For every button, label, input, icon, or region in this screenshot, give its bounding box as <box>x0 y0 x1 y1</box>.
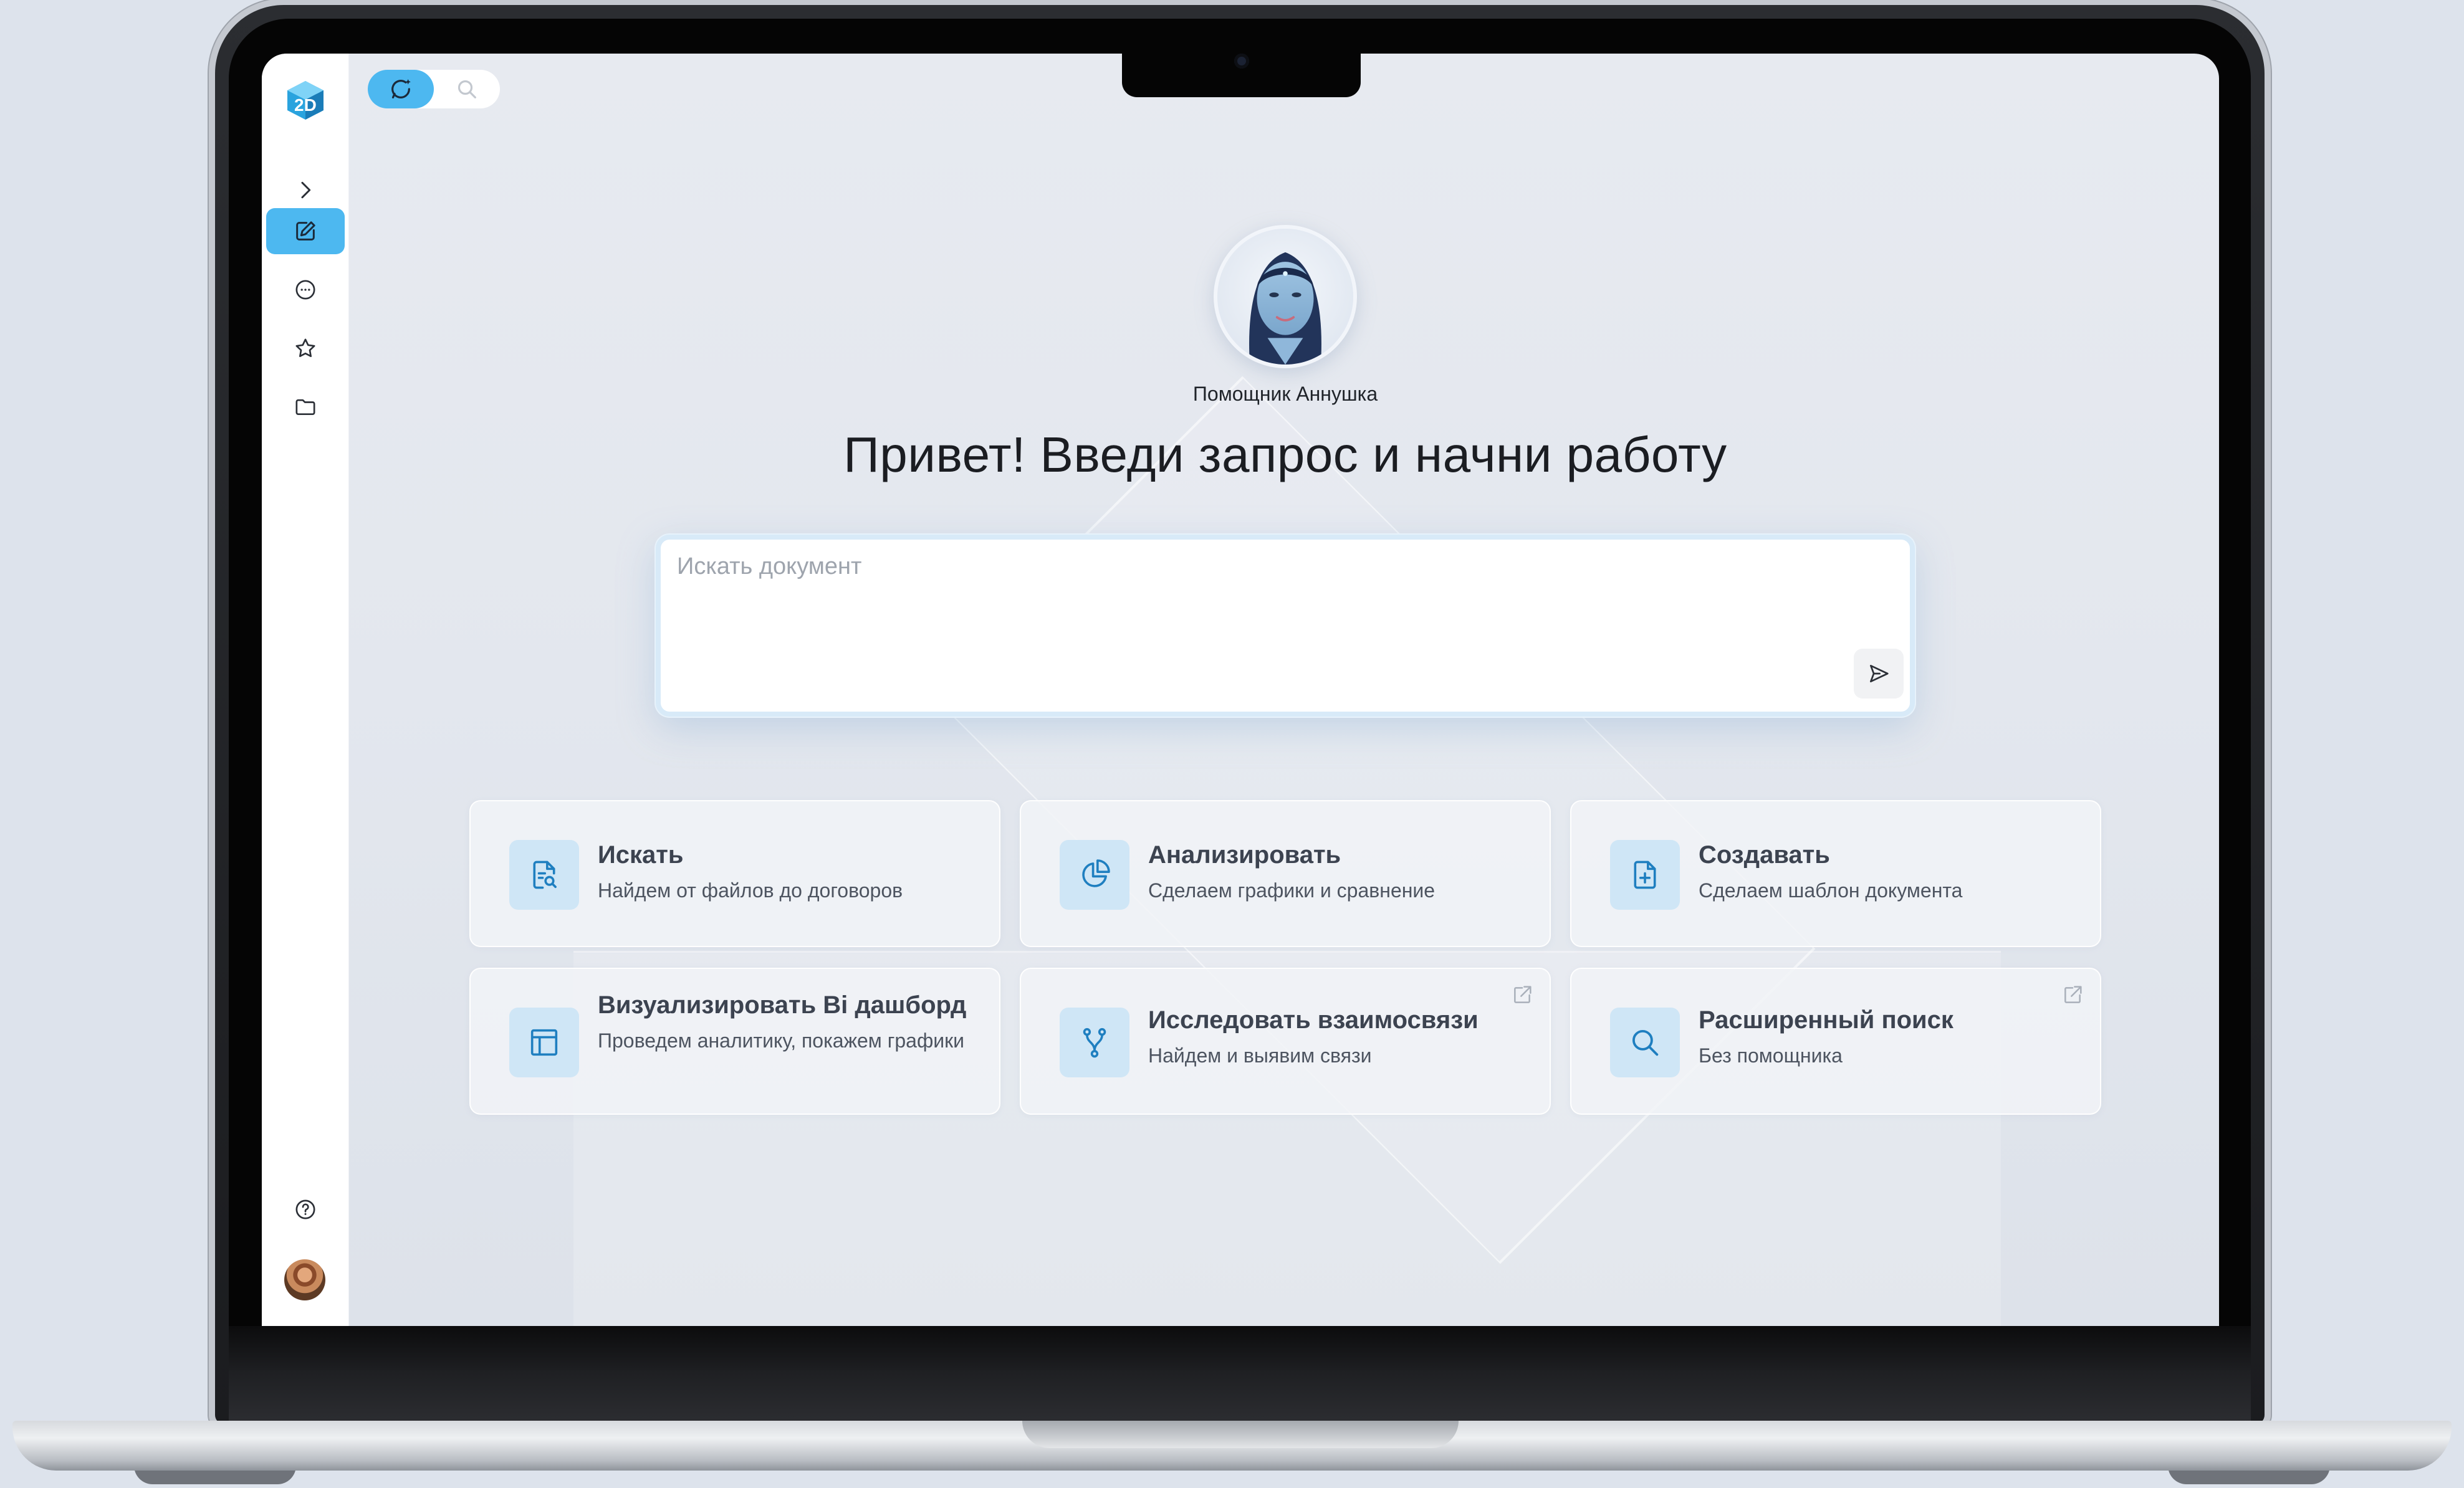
mode-toggle <box>368 70 500 108</box>
2d-cube-logo-icon[interactable]: 2D <box>284 79 327 122</box>
app-screen: 2D Помощник Аннушка Привет! Введи запрос… <box>262 54 2219 1326</box>
laptop-base-notch <box>1022 1421 1459 1448</box>
card-title: Исследовать взаимосвязи <box>1148 1006 1479 1034</box>
card-icon-box <box>509 840 579 910</box>
action-card-bi-dashboard[interactable]: Визуализировать Bi дашборд Проведем анал… <box>469 968 1000 1115</box>
chats-button[interactable] <box>266 267 345 313</box>
sidebar: 2D <box>262 54 349 1326</box>
card-title: Визуализировать Bi дашборд <box>598 991 967 1019</box>
action-card-create[interactable]: Создавать Сделаем шаблон документа <box>1570 800 2101 947</box>
laptop-hinge <box>229 1370 2251 1423</box>
card-title: Искать <box>598 841 684 869</box>
card-icon-box <box>1610 1008 1680 1077</box>
search-icon <box>458 80 476 98</box>
card-subtitle: Без помощника <box>1699 1044 1843 1067</box>
action-card-relations[interactable]: Исследовать взаимосвязи Найдем и выявим … <box>1020 968 1551 1115</box>
assistant-mode-tab[interactable] <box>368 70 434 108</box>
card-subtitle: Найдем от файлов до договоров <box>598 879 903 902</box>
star-icon <box>295 338 315 357</box>
chat-bubble-icon <box>295 280 315 300</box>
edit-icon <box>296 221 315 241</box>
card-icon-box <box>509 1008 579 1077</box>
laptop-chin <box>229 1326 2251 1370</box>
search-input[interactable] <box>677 553 1861 653</box>
card-subtitle: Проведем аналитику, покажем графики <box>598 1029 965 1052</box>
pie-chart-icon <box>1082 859 1110 887</box>
card-icon-box <box>1060 1008 1129 1077</box>
assistant-name: Помощник Аннушка <box>1192 383 1378 405</box>
assistant-avatar <box>1214 225 1357 368</box>
external-link-icon <box>2064 986 2082 1003</box>
send-button[interactable] <box>1854 649 1904 699</box>
external-link-icon <box>1514 986 1532 1003</box>
chevron-right-icon <box>301 181 311 199</box>
document-add-icon <box>1634 861 1656 889</box>
card-subtitle: Найдем и выявим связи <box>1148 1044 1372 1067</box>
svg-text:2D: 2D <box>294 95 317 115</box>
card-icon-box <box>1610 840 1680 910</box>
help-circle-icon <box>295 1199 315 1219</box>
prompt-box <box>656 535 1915 717</box>
card-subtitle: Сделаем шаблон документа <box>1699 879 1963 902</box>
folder-icon <box>295 399 315 415</box>
branch-icon <box>1083 1028 1106 1058</box>
favorites-button[interactable] <box>266 325 345 371</box>
dashboard-layout-icon <box>530 1029 558 1056</box>
card-subtitle: Сделаем графики и сравнение <box>1148 879 1436 902</box>
document-search-icon <box>533 861 557 889</box>
action-card-search[interactable]: Искать Найдем от файлов до договоров <box>469 800 1000 947</box>
card-icon-box <box>1060 840 1129 910</box>
action-card-advanced-search[interactable]: Расширенный поиск Без помощника <box>1570 968 2101 1115</box>
search-icon <box>1632 1029 1659 1056</box>
help-button[interactable] <box>266 1186 345 1233</box>
card-title: Создавать <box>1699 841 1830 869</box>
user-avatar[interactable] <box>284 1259 325 1300</box>
ai-sparkle-chat-icon <box>391 79 411 98</box>
documents-button[interactable] <box>266 384 345 430</box>
action-card-analyze[interactable]: Анализировать Сделаем графики и сравнени… <box>1020 800 1551 947</box>
page-title: Привет! Введи запрос и начни работу <box>843 427 1727 482</box>
expand-sidebar-button[interactable] <box>266 167 345 213</box>
send-icon <box>1869 664 1889 683</box>
card-title: Расширенный поиск <box>1699 1006 1953 1034</box>
new-request-button[interactable] <box>266 208 345 254</box>
search-mode-tab[interactable] <box>434 70 500 108</box>
card-title: Анализировать <box>1148 841 1341 869</box>
camera-icon <box>1234 54 1249 69</box>
